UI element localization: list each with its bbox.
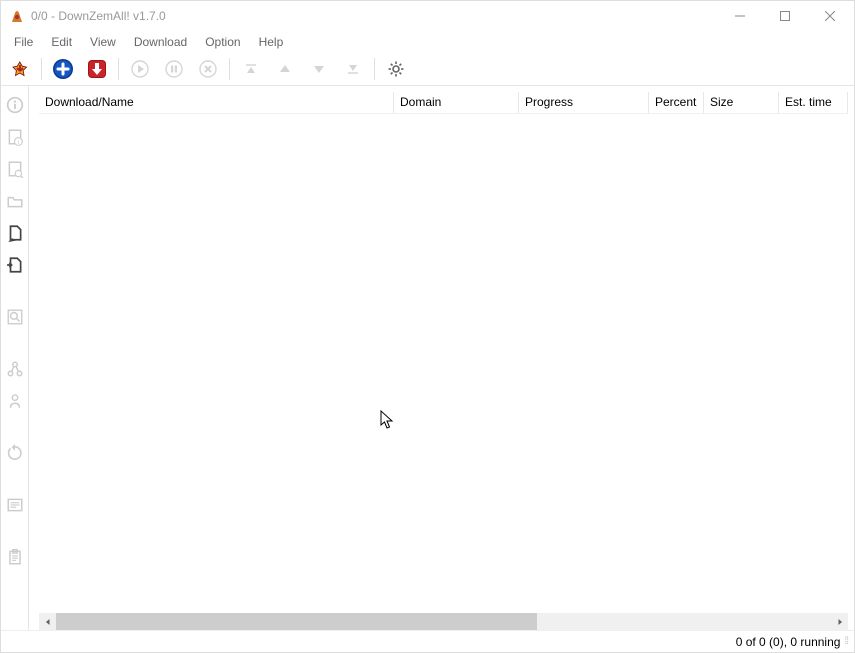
info-icon[interactable] <box>6 96 24 114</box>
toolbar-separator <box>41 58 42 80</box>
menu-edit[interactable]: Edit <box>42 33 81 51</box>
toolbar-separator <box>118 58 119 80</box>
menu-help[interactable]: Help <box>250 33 293 51</box>
move-up-button[interactable] <box>268 54 302 84</box>
scroll-track[interactable] <box>56 613 831 630</box>
app-icon <box>9 8 25 24</box>
window-controls <box>717 1 852 31</box>
svg-text:i: i <box>17 140 18 146</box>
menu-bar: File Edit View Download Option Help <box>1 31 854 53</box>
col-percent[interactable]: Percent <box>649 92 704 113</box>
menu-view[interactable]: View <box>81 33 125 51</box>
col-est-time[interactable]: Est. time <box>779 92 848 113</box>
page-search-icon[interactable] <box>6 160 24 178</box>
page-info-icon[interactable]: i <box>6 128 24 146</box>
scroll-left-icon[interactable] <box>39 613 56 630</box>
table-header: Download/Name Domain Progress Percent Si… <box>39 92 848 114</box>
col-size[interactable]: Size <box>704 92 779 113</box>
refresh-icon[interactable] <box>6 444 24 462</box>
resize-grip-icon[interactable]: ⁞⁞ <box>844 636 848 647</box>
scroll-thumb[interactable] <box>56 613 537 630</box>
col-progress[interactable]: Progress <box>519 92 649 113</box>
share-icon[interactable] <box>6 360 24 378</box>
col-domain[interactable]: Domain <box>394 92 519 113</box>
maximize-button[interactable] <box>762 1 807 31</box>
horizontal-scrollbar[interactable] <box>39 613 848 630</box>
menu-download[interactable]: Download <box>125 33 196 51</box>
minimize-button[interactable] <box>717 1 762 31</box>
peer-icon[interactable] <box>6 392 24 410</box>
rename-icon[interactable] <box>6 224 24 242</box>
wizard-button[interactable] <box>3 54 37 84</box>
scroll-right-icon[interactable] <box>831 613 848 630</box>
side-toolbar: i <box>1 86 29 630</box>
log-icon[interactable] <box>6 496 24 514</box>
stop-button[interactable] <box>191 54 225 84</box>
rename-target-icon[interactable] <box>6 256 24 274</box>
move-top-button[interactable] <box>234 54 268 84</box>
main-toolbar <box>1 53 854 85</box>
menu-file[interactable]: File <box>5 33 42 51</box>
add-button[interactable] <box>46 54 80 84</box>
menu-option[interactable]: Option <box>196 33 249 51</box>
table-body[interactable] <box>39 114 848 613</box>
pause-button[interactable] <box>157 54 191 84</box>
download-list-panel: Download/Name Domain Progress Percent Si… <box>29 86 854 630</box>
play-button[interactable] <box>123 54 157 84</box>
folder-icon[interactable] <box>6 192 24 210</box>
move-bottom-button[interactable] <box>336 54 370 84</box>
title-bar: 0/0 - DownZemAll! v1.7.0 <box>1 1 854 31</box>
toolbar-separator <box>229 58 230 80</box>
move-down-button[interactable] <box>302 54 336 84</box>
status-text: 0 of 0 (0), 0 running <box>736 635 841 649</box>
col-download-name[interactable]: Download/Name <box>39 92 394 113</box>
window-title: 0/0 - DownZemAll! v1.7.0 <box>31 9 717 23</box>
download-button[interactable] <box>80 54 114 84</box>
toolbar-separator <box>374 58 375 80</box>
close-button[interactable] <box>807 1 852 31</box>
status-bar: 0 of 0 (0), 0 running ⁞⁞ <box>1 630 854 652</box>
clipboard-icon[interactable] <box>6 548 24 566</box>
find-icon[interactable] <box>6 308 24 326</box>
settings-button[interactable] <box>379 54 413 84</box>
